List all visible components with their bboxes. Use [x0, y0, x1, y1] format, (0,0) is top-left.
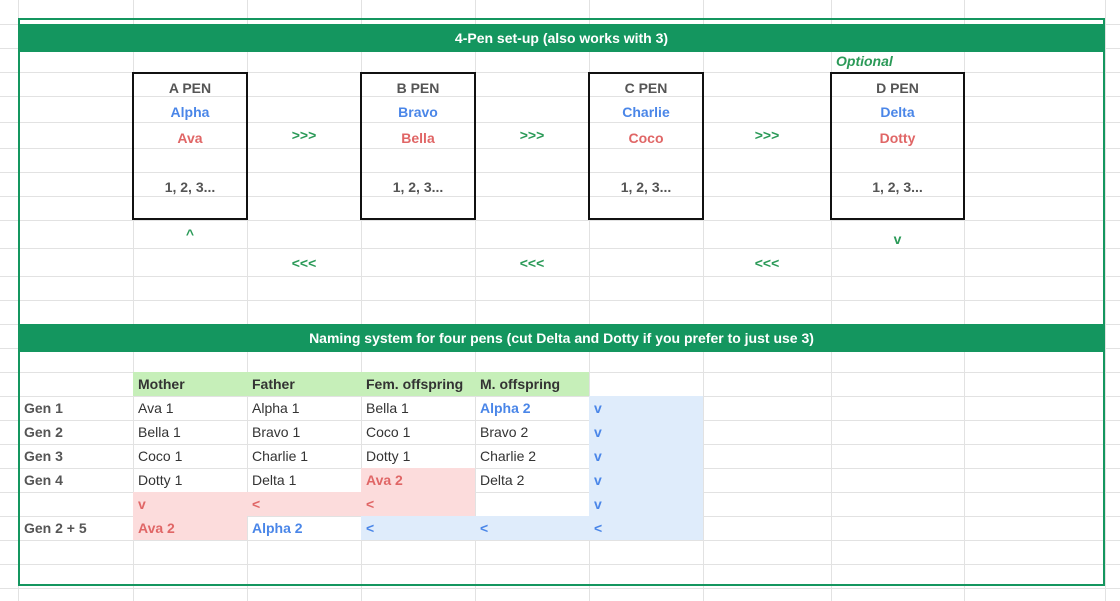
gen-label[interactable]: Gen 1 [24, 396, 63, 420]
table-cell[interactable]: Alpha 2 [252, 516, 303, 540]
table-cell[interactable]: Charlie 2 [480, 444, 536, 468]
pen-d[interactable]: D PEN Delta Dotty 1, 2, 3... [830, 72, 965, 220]
pen-male-name: Bravo [398, 104, 438, 120]
table-cell[interactable]: Coco 1 [366, 420, 410, 444]
up-arrow: ^ [185, 226, 195, 242]
table-cell[interactable]: Ava 2 [138, 516, 175, 540]
pen-male-name: Delta [880, 104, 915, 120]
table-cell[interactable]: Ava 1 [138, 396, 174, 420]
pen-female-name: Dotty [879, 130, 916, 146]
table-cell[interactable]: Delta 2 [480, 468, 524, 492]
pen-title: C PEN [624, 80, 668, 96]
pen-male-name: Alpha [170, 104, 210, 120]
pen-numbers: 1, 2, 3... [872, 179, 923, 195]
forward-arrow: >>> [519, 127, 545, 143]
table-cell[interactable]: Delta 1 [252, 468, 296, 492]
loop-column-bg [589, 396, 703, 516]
back-arrow: <<< [291, 255, 317, 271]
pen-male-name: Charlie [622, 104, 670, 120]
header-mother[interactable]: Mother [138, 372, 185, 396]
table-cell[interactable]: Dotty 1 [138, 468, 182, 492]
pen-female-name: Ava [177, 130, 203, 146]
header-father[interactable]: Father [252, 372, 295, 396]
table-cell[interactable]: Bravo 2 [480, 420, 528, 444]
table-cell[interactable]: Ava 2 [366, 468, 403, 492]
down-arrow: v [893, 231, 902, 247]
table-cell[interactable]: Bella 1 [366, 396, 409, 420]
table-cell[interactable]: Charlie 1 [252, 444, 308, 468]
table-cell[interactable]: < [366, 516, 374, 540]
table-cell[interactable]: v [138, 492, 146, 516]
table-cell[interactable]: Dotty 1 [366, 444, 410, 468]
table-cell[interactable]: Bravo 1 [252, 420, 300, 444]
pen-numbers: 1, 2, 3... [392, 179, 444, 195]
naming-banner: Naming system for four pens (cut Delta a… [18, 324, 1105, 352]
back-arrow: <<< [519, 255, 545, 271]
table-cell[interactable]: v [594, 468, 602, 492]
pen-female-name: Coco [628, 130, 664, 146]
forward-arrow: >>> [754, 127, 780, 143]
table-cell[interactable]: Coco 1 [138, 444, 182, 468]
loop-row-bg [361, 516, 703, 540]
optional-label: Optional [836, 53, 893, 69]
pen-title: B PEN [396, 80, 440, 96]
table-cell[interactable]: < [252, 492, 260, 516]
table-cell[interactable]: v [594, 396, 602, 420]
table-cell[interactable]: Alpha 1 [252, 396, 299, 420]
header-m-offspring[interactable]: M. offspring [480, 372, 560, 396]
pen-c[interactable]: C PEN Charlie Coco 1, 2, 3... [588, 72, 704, 220]
table-cell[interactable]: v [594, 492, 602, 516]
loop-row-bg [133, 492, 475, 516]
gen-label[interactable]: Gen 3 [24, 444, 63, 468]
forward-arrow: >>> [291, 127, 317, 143]
table-cell[interactable]: v [594, 444, 602, 468]
gen-label[interactable]: Gen 2 [24, 420, 63, 444]
back-arrow: <<< [754, 255, 780, 271]
gen-label[interactable]: Gen 2 + 5 [24, 516, 87, 540]
header-fem-offspring[interactable]: Fem. offspring [366, 372, 463, 396]
pen-numbers: 1, 2, 3... [620, 179, 672, 195]
table-cell[interactable]: < [480, 516, 488, 540]
pen-numbers: 1, 2, 3... [164, 179, 216, 195]
pen-a[interactable]: A PEN Alpha Ava 1, 2, 3... [132, 72, 248, 220]
table-cell[interactable]: < [366, 492, 374, 516]
pen-female-name: Bella [401, 130, 435, 146]
gen-label[interactable]: Gen 4 [24, 468, 63, 492]
table-cell[interactable]: < [594, 516, 602, 540]
table-cell[interactable]: Bella 1 [138, 420, 181, 444]
pen-title: D PEN [876, 80, 919, 96]
pen-b[interactable]: B PEN Bravo Bella 1, 2, 3... [360, 72, 476, 220]
pen-title: A PEN [168, 80, 212, 96]
table-cell[interactable]: Alpha 2 [480, 396, 531, 420]
setup-banner: 4-Pen set-up (also works with 3) [18, 24, 1105, 52]
table-cell[interactable]: v [594, 420, 602, 444]
